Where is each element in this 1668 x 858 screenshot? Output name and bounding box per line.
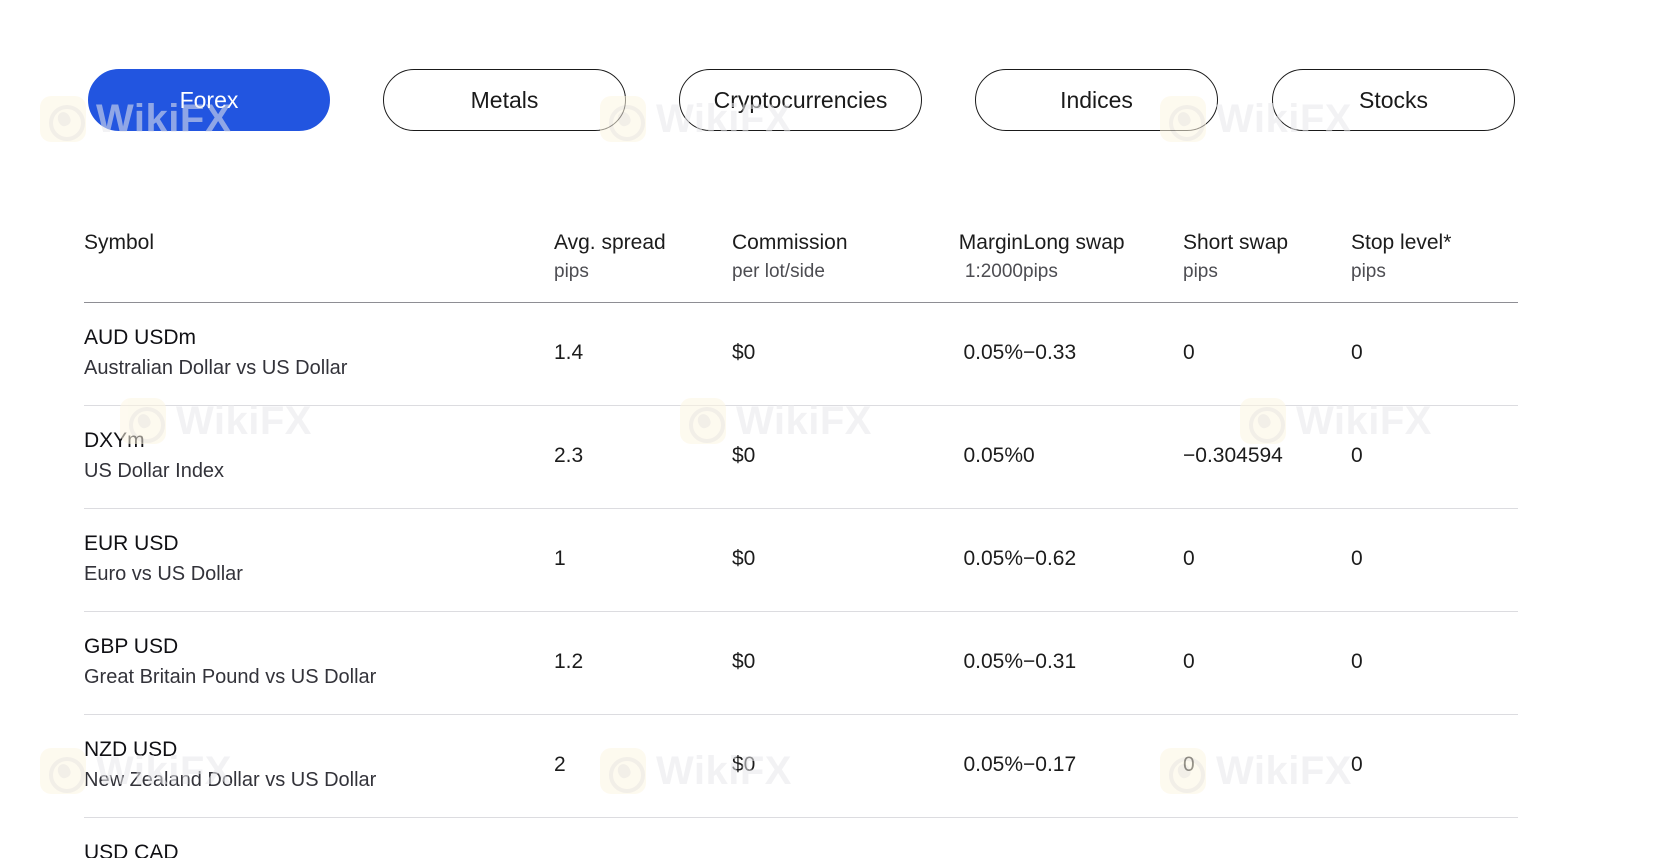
column-header-short-swap-main: Short swap <box>1183 231 1289 254</box>
symbol-code: NZD USD <box>84 738 178 761</box>
cell-avg-spread: 1.2 <box>554 611 732 715</box>
column-header-margin-sub: 1:2000 <box>964 261 1023 282</box>
cell-stop-level: 0 <box>1351 302 1518 406</box>
cell-symbol: DXYm US Dollar Index <box>84 405 554 509</box>
cell-stop-level: 0 <box>1351 405 1518 509</box>
table-row[interactable]: EUR USD Euro vs US Dollar 1 $0 0.05% −0.62 0 0 <box>84 508 1518 612</box>
tab-label: Stocks <box>1358 86 1429 113</box>
column-header-avg-spread[interactable]: Avg. spread pips <box>554 228 732 303</box>
table-row[interactable]: NZD USD New Zealand Dollar vs US Dollar 2 $… <box>84 714 1518 818</box>
cell-margin: 0.05% <box>920 508 1023 612</box>
table-row[interactable]: AUD USDm Australian Dollar vs US Dollar 1.… <box>84 302 1518 406</box>
symbol-code: DXYm <box>84 429 145 452</box>
tab-stocks[interactable]: Stocks <box>1272 69 1515 131</box>
cell-commission: $0 <box>732 302 920 406</box>
table-body: AUD USDm Australian Dollar vs US Dollar 1.… <box>84 302 1518 858</box>
cell-commission: $0 <box>732 611 920 715</box>
symbol-code: USD CAD <box>84 841 179 858</box>
symbol-description: Australian Dollar vs US Dollar <box>84 357 348 379</box>
cell-commission: $0 <box>732 508 920 612</box>
cell-short-swap: −0.33 <box>1183 817 1351 858</box>
tab-label: Forex <box>179 86 239 113</box>
column-header-symbol[interactable]: Symbol <box>84 228 554 303</box>
column-header-short-swap-sub: pips <box>1183 261 1218 282</box>
cell-short-swap: 0 <box>1183 714 1351 818</box>
asset-class-tabs: Forex Metals Cryptocurrencies Indices Stocks <box>0 68 1668 132</box>
tab-indices[interactable]: Indices <box>975 69 1218 131</box>
cell-long-swap: −0.17 <box>1023 714 1183 818</box>
cell-stop-level: 0 <box>1351 508 1518 612</box>
column-header-long-swap-main: Long swap <box>1023 231 1125 254</box>
symbol-code: AUD USDm <box>84 326 197 349</box>
cell-long-swap: 0 <box>1023 817 1183 858</box>
cell-avg-spread: 2 <box>554 714 732 818</box>
wikifx-logo-icon <box>40 748 86 794</box>
cell-long-swap: 0 <box>1023 405 1183 509</box>
cell-commission: $0 <box>732 714 920 818</box>
cell-symbol: NZD USD New Zealand Dollar vs US Dollar <box>84 714 554 818</box>
tab-label: Metals <box>470 86 539 113</box>
symbol-description: Euro vs US Dollar <box>84 563 243 585</box>
table-head: Symbol Avg. spread pips Commission per l… <box>84 228 1518 303</box>
cell-long-swap: −0.62 <box>1023 508 1183 612</box>
symbol-description: New Zealand Dollar vs US Dollar <box>84 769 377 791</box>
cell-long-swap: −0.31 <box>1023 611 1183 715</box>
table-row[interactable]: DXYm US Dollar Index 2.3 $0 0.05% 0 −0.304594 0 <box>84 405 1518 509</box>
column-header-commission[interactable]: Commission per lot/side <box>732 228 920 303</box>
cell-long-swap: −0.33 <box>1023 302 1183 406</box>
column-header-stop-level-sub: pips <box>1351 261 1386 282</box>
table-row[interactable]: USD CADUS Dollar vs Canadian Dollar2.1$0… <box>84 817 1518 858</box>
column-header-margin-main: Margin <box>958 231 1023 254</box>
column-header-avg-spread-main: Avg. spread <box>554 231 666 254</box>
symbol-code: GBP USD <box>84 635 179 658</box>
cell-symbol: EUR USD Euro vs US Dollar <box>84 508 554 612</box>
cell-margin: 0.05% <box>920 611 1023 715</box>
column-header-long-swap-sub: pips <box>1023 261 1058 282</box>
cell-short-swap: 0 <box>1183 302 1351 406</box>
cell-short-swap: 0 <box>1183 508 1351 612</box>
cell-short-swap: −0.304594 <box>1183 405 1351 509</box>
symbol-specification-page: WikiFX WikiFX WikiFX WikiFX WikiFX WikiFX Wiki… <box>0 0 1668 858</box>
column-header-long-swap[interactable]: Long swap pips <box>1023 228 1183 303</box>
cell-avg-spread: 1 <box>554 508 732 612</box>
cell-stop-level: 0 <box>1351 611 1518 715</box>
symbol-code: EUR USD <box>84 532 179 555</box>
column-header-avg-spread-sub: pips <box>554 261 589 282</box>
cell-stop-level: 0 <box>1351 817 1518 858</box>
column-header-short-swap[interactable]: Short swap pips <box>1183 228 1351 303</box>
cell-commission: $0 <box>732 405 920 509</box>
trading-conditions-table: Symbol Avg. spread pips Commission per l… <box>84 228 1518 858</box>
column-header-symbol-main: Symbol <box>84 231 155 254</box>
column-header-stop-level-main: Stop level* <box>1351 231 1452 254</box>
symbol-description: US Dollar Index <box>84 460 225 482</box>
trading-conditions-table-wrapper: Symbol Avg. spread pips Commission per l… <box>84 228 1518 858</box>
column-header-commission-main: Commission <box>732 231 848 254</box>
cell-symbol: GBP USD Great Britain Pound vs US Dollar <box>84 611 554 715</box>
table-row[interactable]: GBP USD Great Britain Pound vs US Dollar 1… <box>84 611 1518 715</box>
column-header-stop-level[interactable]: Stop level* pips <box>1351 228 1518 303</box>
table-header-row: Symbol Avg. spread pips Commission per l… <box>84 228 1518 303</box>
tab-metals[interactable]: Metals <box>383 69 626 131</box>
tab-label: Cryptocurrencies <box>713 86 888 113</box>
tab-cryptocurrencies[interactable]: Cryptocurrencies <box>679 69 922 131</box>
cell-margin: 0.05% <box>920 405 1023 509</box>
cell-avg-spread: 2.3 <box>554 405 732 509</box>
cell-stop-level: 0 <box>1351 714 1518 818</box>
tab-label: Indices <box>1060 86 1133 113</box>
tab-forex[interactable]: Forex <box>88 69 330 131</box>
cell-avg-spread: 1.4 <box>554 302 732 406</box>
column-header-margin[interactable]: Margin 1:2000 <box>920 228 1023 303</box>
cell-margin: 0.05% <box>920 817 1023 858</box>
symbol-description: Great Britain Pound vs US Dollar <box>84 666 377 688</box>
column-header-commission-sub: per lot/side <box>732 261 825 282</box>
cell-margin: 0.05% <box>920 714 1023 818</box>
cell-margin: 0.05% <box>920 302 1023 406</box>
cell-commission: $0 <box>732 817 920 858</box>
cell-symbol: USD CADUS Dollar vs Canadian Dollar <box>84 817 554 858</box>
cell-short-swap: 0 <box>1183 611 1351 715</box>
cell-symbol: AUD USDm Australian Dollar vs US Dollar <box>84 302 554 406</box>
cell-avg-spread: 2.1 <box>554 817 732 858</box>
